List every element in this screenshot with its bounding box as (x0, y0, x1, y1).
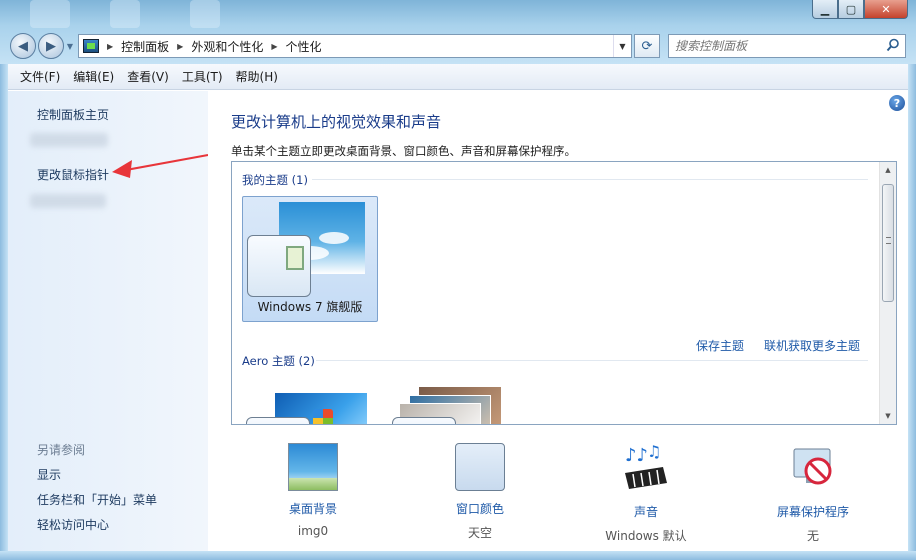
blurred-link (30, 194, 106, 208)
maximize-button[interactable]: ▢ (838, 0, 864, 19)
window-frame-right (908, 64, 916, 560)
setting-value: Windows 默认 (605, 529, 687, 543)
setting-value: 天空 (467, 526, 492, 540)
blurred-background (190, 0, 220, 28)
setting-label[interactable]: 窗口颜色 (425, 500, 535, 517)
page-title: 更改计算机上的视觉效果和声音 (231, 113, 442, 131)
window-frame-bottom (0, 551, 916, 560)
annotation-arrow (112, 154, 209, 178)
page-subtitle: 单击某个主题立即更改桌面背景、窗口颜色、声音和屏幕保护程序。 (231, 144, 576, 158)
grip-icon (886, 237, 891, 244)
chevron-down-icon: ▼ (66, 41, 74, 51)
aero-themes-heading: Aero 主题 (2) (242, 354, 315, 368)
sidebar-change-mouse-pointer[interactable]: 更改鼠标指针 (37, 166, 109, 183)
sidebar-taskbar-start-menu[interactable]: 任务栏和「开始」菜单 (37, 491, 157, 508)
breadcrumb-personalization[interactable]: 个性化 (286, 38, 322, 55)
refresh-icon: ⟳ (641, 38, 653, 54)
breadcrumb-separator-icon[interactable]: ▶ (177, 42, 183, 51)
breadcrumb-separator-icon[interactable]: ▶ (107, 42, 113, 51)
screensaver-setting[interactable]: 屏幕保护程序 无 (758, 443, 868, 544)
scrollbar-thumb[interactable] (882, 184, 894, 302)
forward-arrow-icon: ▶ (46, 38, 56, 54)
scroll-up-icon[interactable]: ▲ (880, 162, 896, 178)
sound-setting[interactable]: ♪♪ ♫ 声音 Windows 默认 (591, 442, 701, 544)
aero-themes-row (242, 387, 542, 424)
get-more-themes-link[interactable]: 联机获取更多主题 (764, 337, 860, 354)
menu-help[interactable]: 帮助(H) (230, 68, 284, 85)
theme-name: Windows 7 旗舰版 (257, 300, 363, 314)
search-box (668, 34, 906, 58)
blurred-background (30, 0, 70, 28)
sidebar-display[interactable]: 显示 (37, 466, 61, 483)
setting-value: img0 (297, 524, 329, 538)
desktop-background-icon (288, 443, 338, 491)
theme-settings-bar: 桌面背景 img0 窗口颜色 天空 ♪♪ ♫ 声音 Windows 默认 屏幕保… (208, 429, 908, 549)
address-bar[interactable]: ▶ 控制面板 ▶ 外观和个性化 ▶ 个性化 ▼ (78, 34, 632, 58)
breadcrumb-control-panel[interactable]: 控制面板 (121, 38, 169, 55)
search-input[interactable] (675, 39, 875, 53)
sidebar-control-panel-home[interactable]: 控制面板主页 (37, 106, 109, 123)
sound-icon: ♪♪ ♫ (625, 442, 667, 489)
setting-label[interactable]: 声音 (591, 503, 701, 520)
address-dropdown-icon[interactable]: ▼ (613, 35, 631, 57)
theme-list[interactable]: 我的主题 (1) Windows 7 旗舰版 保存主题 联机获取更多主题 Aer… (231, 161, 897, 425)
menu-bar: 文件(F) 编辑(E) 查看(V) 工具(T) 帮助(H) (0, 64, 916, 90)
window-color-icon (455, 443, 505, 491)
svg-text:♪♪: ♪♪ (625, 445, 648, 466)
theme-windows7-ultimate[interactable]: Windows 7 旗舰版 (242, 196, 378, 322)
scroll-down-icon[interactable]: ▼ (880, 408, 896, 424)
sign-icon (286, 246, 304, 270)
my-themes-heading: 我的主题 (1) (242, 173, 308, 187)
recent-pages-button[interactable]: ▼ (64, 42, 76, 51)
back-arrow-icon: ◀ (18, 38, 28, 54)
sidebar-ease-of-access[interactable]: 轻松访问中心 (37, 516, 109, 533)
navigation-buttons: ◀ ▶ ▼ (10, 33, 76, 59)
see-also-heading: 另请参阅 (37, 443, 86, 457)
svg-text:♫: ♫ (647, 443, 661, 461)
window-controls: ▁ ▢ ✕ (812, 0, 908, 19)
setting-label[interactable]: 桌面背景 (258, 500, 368, 517)
breadcrumb-appearance[interactable]: 外观和个性化 (191, 38, 263, 55)
group-divider (316, 360, 868, 361)
refresh-button[interactable]: ⟳ (634, 34, 660, 58)
theme-window-preview (246, 417, 310, 424)
theme-window-preview (247, 235, 311, 297)
window-color-setting[interactable]: 窗口颜色 天空 (425, 443, 535, 541)
close-button[interactable]: ✕ (864, 0, 908, 19)
screensaver-icon (793, 448, 832, 485)
breadcrumb-separator-icon[interactable]: ▶ (271, 42, 277, 51)
control-panel-icon (83, 39, 99, 53)
back-button[interactable]: ◀ (10, 33, 36, 59)
menu-file[interactable]: 文件(F) (14, 68, 66, 85)
menu-edit[interactable]: 编辑(E) (67, 68, 120, 85)
menu-view[interactable]: 查看(V) (121, 68, 175, 85)
save-theme-link[interactable]: 保存主题 (696, 337, 744, 354)
blurred-link (30, 133, 108, 147)
menu-tools[interactable]: 工具(T) (176, 68, 229, 85)
help-icon[interactable]: ? (889, 95, 905, 111)
window-frame-left (0, 64, 8, 560)
search-icon[interactable] (886, 38, 900, 52)
theme-window-preview (392, 417, 456, 424)
desktop-background-setting[interactable]: 桌面背景 img0 (258, 443, 368, 538)
vertical-scrollbar[interactable]: ▲ ▼ (879, 162, 896, 424)
group-divider (312, 179, 868, 180)
blurred-background (110, 0, 140, 28)
minimize-button[interactable]: ▁ (812, 0, 838, 19)
forward-button[interactable]: ▶ (38, 33, 64, 59)
setting-value: 无 (806, 529, 819, 543)
setting-label[interactable]: 屏幕保护程序 (758, 503, 868, 520)
